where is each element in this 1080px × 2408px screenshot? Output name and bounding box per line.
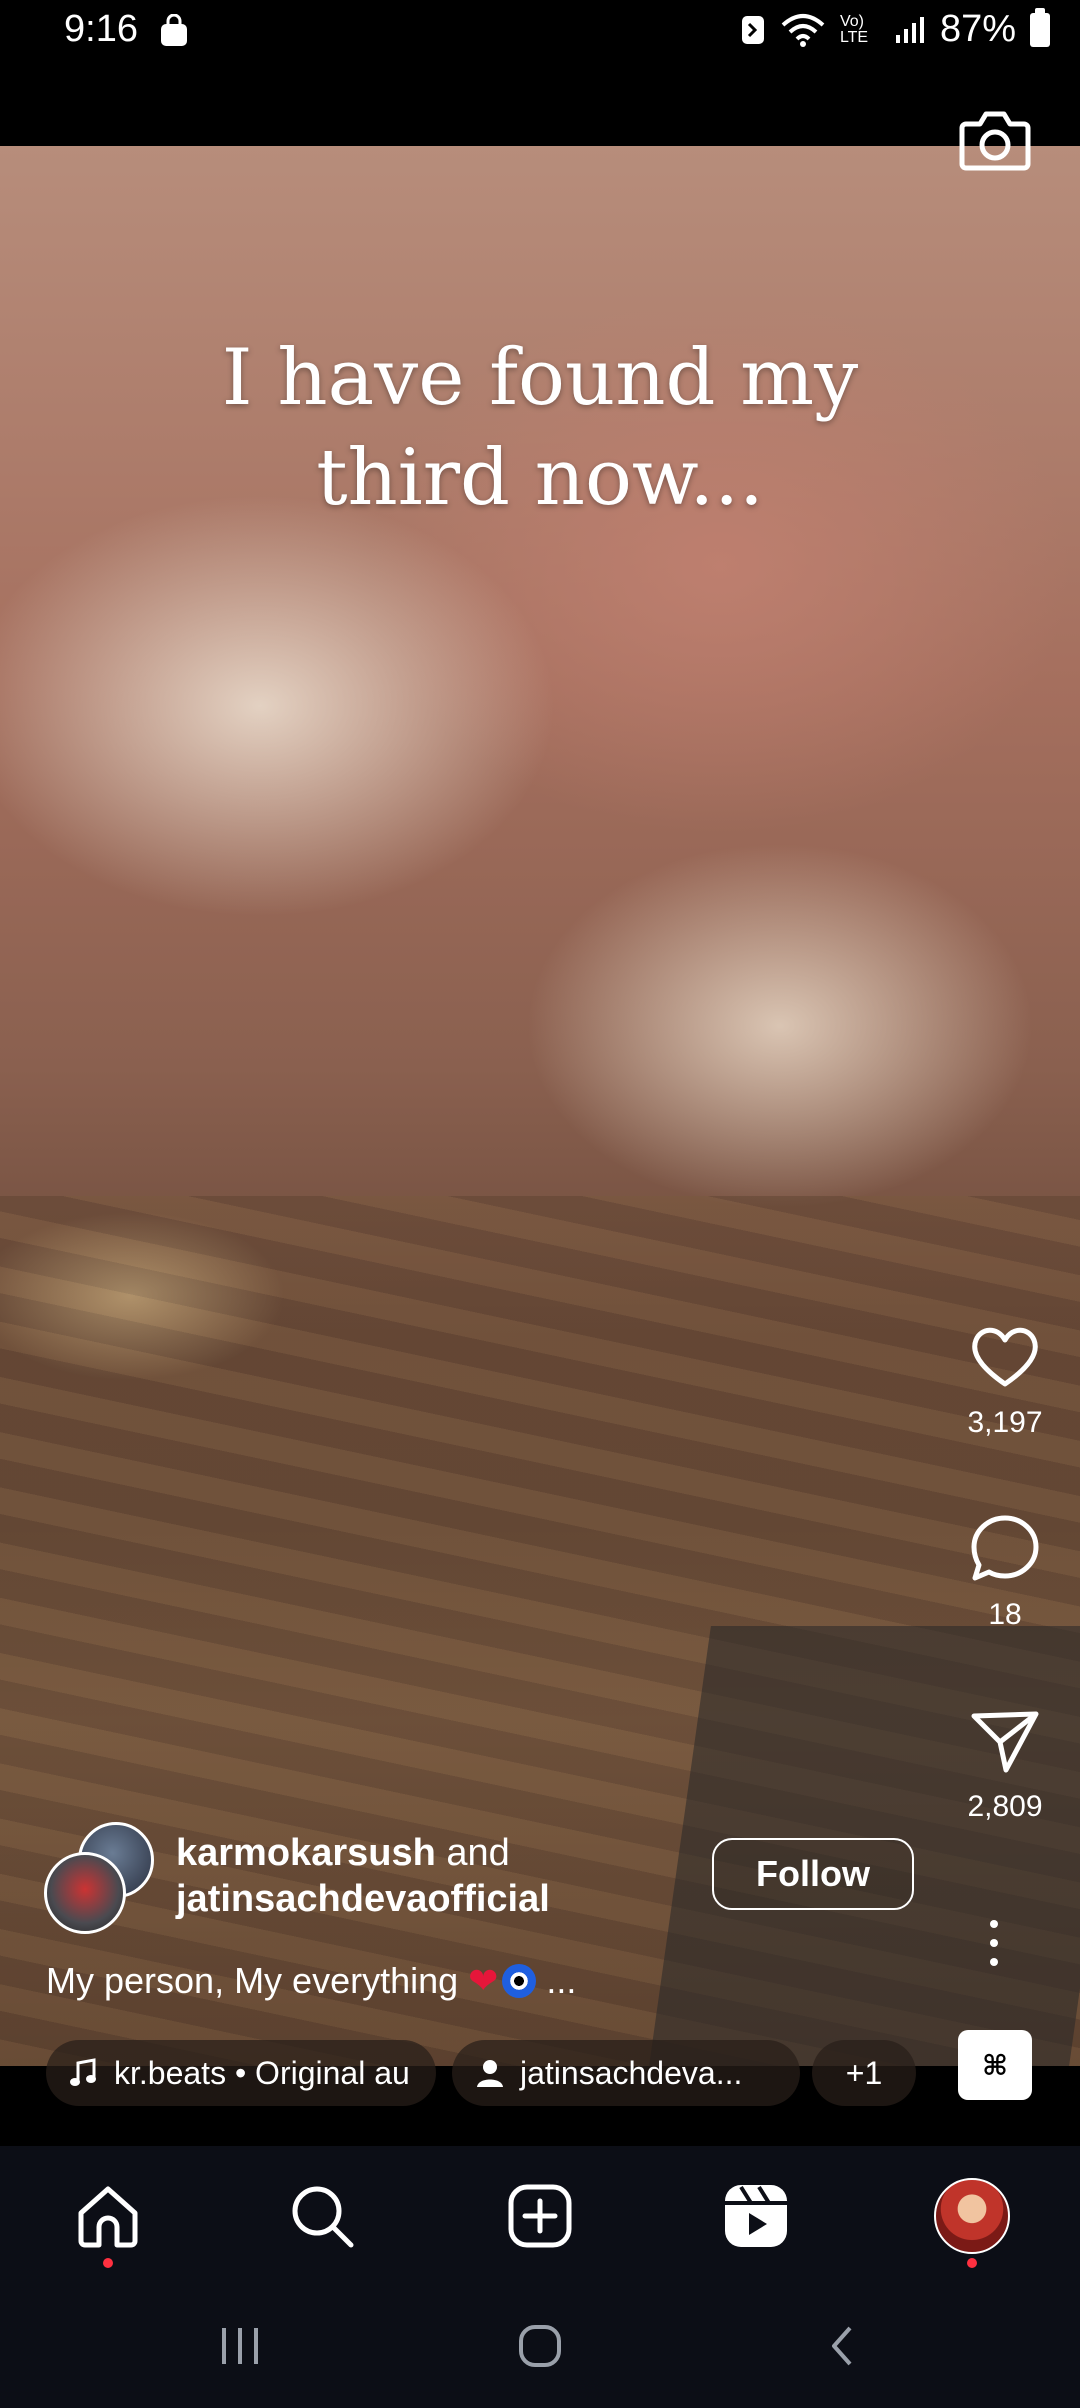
nav-home[interactable] (70, 2178, 146, 2254)
tagged-user-chip[interactable]: jatinsachdeva... (452, 2040, 800, 2106)
comment-action[interactable]: 18 (950, 1510, 1060, 1632)
recent-apps-button[interactable] (210, 2316, 270, 2376)
nav-reels[interactable] (718, 2178, 794, 2254)
overlay-line-1: I have found my (221, 333, 859, 423)
wifi-icon (781, 13, 825, 47)
home-notification-dot (103, 2258, 113, 2268)
shopping-bag-icon (161, 14, 187, 46)
nav-create[interactable] (502, 2178, 578, 2254)
person-icon (477, 2060, 503, 2087)
battery-icon (1030, 7, 1050, 47)
comment-count: 18 (988, 1598, 1022, 1631)
bottom-nav (0, 2146, 1080, 2286)
audio-chip[interactable]: kr.beats • Original au (46, 2040, 436, 2106)
audio-thumbnail-logo: ⌘ (982, 2049, 1008, 2081)
battery-percent: 87% (939, 8, 1016, 50)
follow-button[interactable]: Follow (712, 1838, 914, 1910)
profile-notification-dot (967, 2258, 977, 2268)
audio-thumbnail[interactable]: ⌘ (958, 2030, 1032, 2100)
reel-overlay-text: I have found my third now... (0, 328, 1080, 528)
author-username[interactable]: karmokarsush (176, 1832, 436, 1874)
more-tags-chip[interactable]: +1 (812, 2040, 916, 2106)
heart-outline-icon[interactable] (966, 1318, 1044, 1396)
caption-more[interactable]: ... (546, 1960, 576, 2001)
status-icons: Vo) LTE 87% (740, 7, 1050, 51)
nav-search[interactable] (284, 2178, 360, 2254)
search-icon (292, 2186, 354, 2248)
plus-square-icon (508, 2184, 572, 2248)
overlay-line-2: third now... (316, 433, 764, 523)
camera-icon[interactable] (958, 104, 1032, 176)
author-names: karmokarsush and jatinsachdevaofficial (176, 1830, 550, 1922)
author-avatars[interactable] (44, 1822, 154, 1934)
home-button[interactable] (510, 2316, 570, 2376)
avatar-author[interactable] (44, 1852, 126, 1934)
like-action[interactable]: 3,197 (950, 1318, 1060, 1440)
back-button[interactable] (812, 2316, 872, 2376)
nav-profile[interactable] (934, 2178, 1010, 2254)
collaborator-username[interactable]: jatinsachdevaofficial (176, 1878, 550, 1920)
nfc-icon (741, 15, 764, 44)
nazar-amulet-emoji (502, 1964, 537, 1998)
share-action[interactable]: 2,809 (950, 1702, 1060, 1824)
recent-apps-icon (222, 2328, 258, 2364)
reels-icon (725, 2185, 787, 2247)
paper-plane-icon[interactable] (966, 1702, 1044, 1780)
music-note-icon (70, 2058, 96, 2086)
tagged-user-label: jatinsachdeva... (520, 2054, 743, 2091)
home-icon (78, 2186, 138, 2248)
signal-icon (895, 16, 924, 43)
more-vertical-icon[interactable] (990, 1920, 1000, 1966)
status-bar: 9:16 Vo) LTE 87% (0, 0, 1080, 66)
author-connector: and (446, 1832, 510, 1874)
status-time: 9:16 (64, 8, 138, 50)
system-nav (0, 2286, 1080, 2408)
like-count: 3,197 (967, 1406, 1043, 1439)
profile-avatar (934, 2178, 1010, 2254)
home-circle-icon (519, 2325, 561, 2367)
reel-caption[interactable]: My person, My everything ❤ ... (46, 1960, 576, 2002)
network-label: Vo) LTE (839, 12, 869, 46)
audio-chip-label: kr.beats • Original au (114, 2054, 410, 2091)
back-icon (832, 2326, 852, 2366)
share-count: 2,809 (967, 1790, 1043, 1823)
caption-text: My person, My everything (46, 1960, 459, 2001)
red-heart-emoji: ❤ (468, 1960, 499, 2001)
comment-icon[interactable] (966, 1510, 1044, 1588)
more-tags-label: +1 (845, 2054, 883, 2091)
